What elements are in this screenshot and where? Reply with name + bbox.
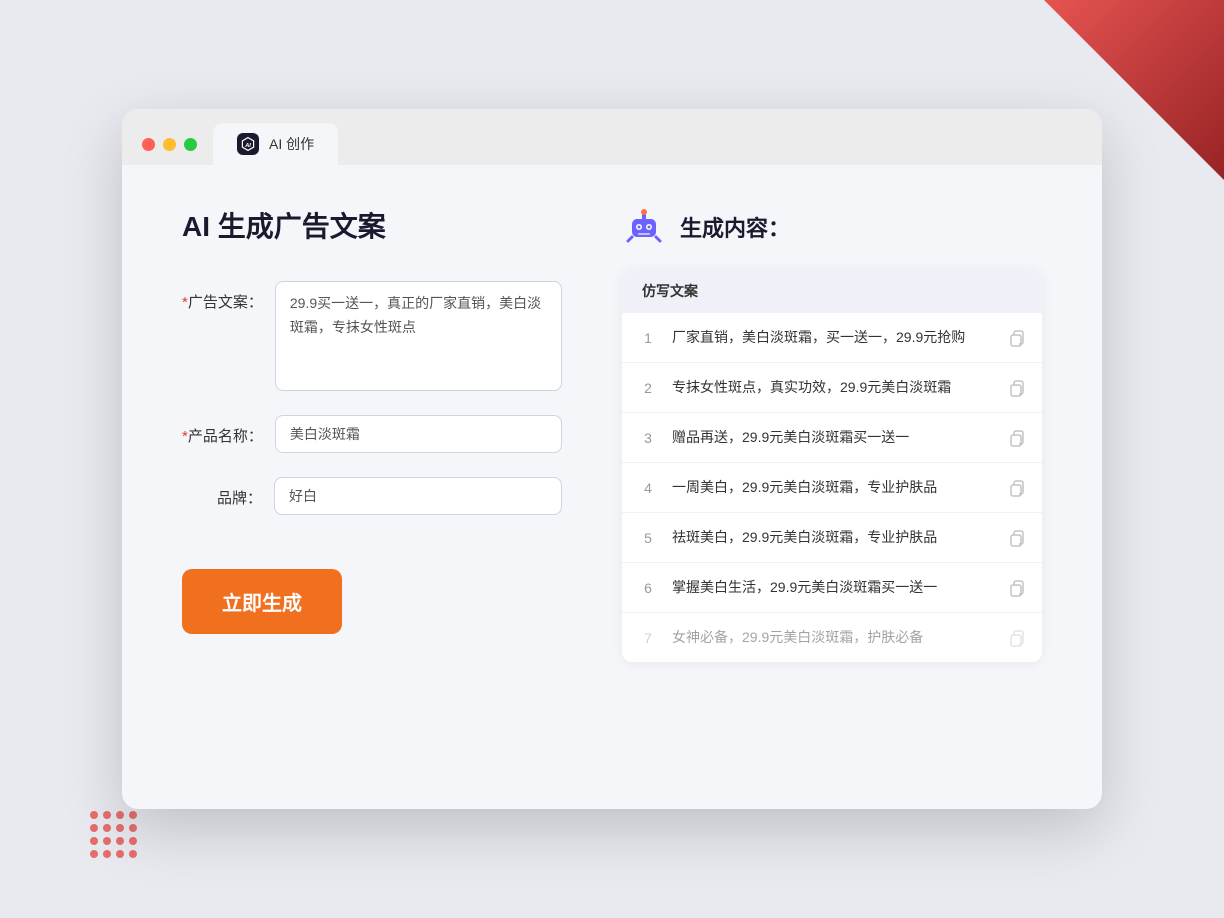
table-row: 1 厂家直销，美白淡斑霜，买一送一，29.9元抢购: [622, 313, 1042, 363]
results-table: 仿写文案 1 厂家直销，美白淡斑霜，买一送一，29.9元抢购 2 专抹女性斑点，真实…: [622, 269, 1042, 662]
table-row: 6 掌握美白生活，29.9元美白淡斑霜买一送一: [622, 563, 1042, 613]
row-text: 赠品再送，29.9元美白淡斑霜买一送一: [672, 427, 992, 448]
row-text: 祛斑美白，29.9元美白淡斑霜，专业护肤品: [672, 527, 992, 548]
row-number: 6: [638, 580, 658, 596]
product-name-row: *产品名称：: [182, 415, 562, 453]
row-text: 专抹女性斑点，真实功效，29.9元美白淡斑霜: [672, 377, 992, 398]
robot-icon: [622, 205, 666, 249]
product-name-label: *产品名称：: [182, 415, 263, 446]
ad-copy-label: *广告文案：: [182, 281, 263, 312]
deco-dots: [90, 811, 137, 858]
traffic-lights: [142, 138, 197, 165]
brand-input[interactable]: [274, 477, 562, 515]
brand-row: 品牌：: [182, 477, 562, 515]
browser-content: AI 生成广告文案 *广告文案： *产品名称： 品牌： 立: [122, 165, 1102, 702]
maximize-button[interactable]: [184, 138, 197, 151]
row-number: 4: [638, 480, 658, 496]
tab-label: AI 创作: [269, 134, 314, 154]
tab-ai-icon: AI: [237, 133, 259, 155]
ad-copy-row: *广告文案：: [182, 281, 562, 391]
row-text: 掌握美白生活，29.9元美白淡斑霜买一送一: [672, 577, 992, 598]
brand-label: 品牌：: [182, 477, 262, 508]
row-number: 1: [638, 330, 658, 346]
row-number: 3: [638, 430, 658, 446]
row-text: 女神必备，29.9元美白淡斑霜，护肤必备: [672, 627, 992, 648]
close-button[interactable]: [142, 138, 155, 151]
row-number: 2: [638, 380, 658, 396]
table-row: 7 女神必备，29.9元美白淡斑霜，护肤必备: [622, 613, 1042, 662]
row-text: 一周美白，29.9元美白淡斑霜，专业护肤品: [672, 477, 992, 498]
left-panel: AI 生成广告文案 *广告文案： *产品名称： 品牌： 立: [182, 205, 562, 662]
svg-text:AI: AI: [244, 143, 251, 149]
browser-window: AI AI 创作 AI 生成广告文案 *广告文案： *产品名称：: [122, 109, 1102, 809]
right-panel: 生成内容： 仿写文案 1 厂家直销，美白淡斑霜，买一送一，29.9元抢购 2 专抹女…: [622, 205, 1042, 662]
table-row: 2 专抹女性斑点，真实功效，29.9元美白淡斑霜: [622, 363, 1042, 413]
copy-icon[interactable]: [1006, 378, 1026, 398]
generate-button[interactable]: 立即生成: [182, 569, 342, 634]
copy-icon[interactable]: [1006, 478, 1026, 498]
copy-icon[interactable]: [1006, 328, 1026, 348]
copy-icon[interactable]: [1006, 578, 1026, 598]
table-row: 3 赠品再送，29.9元美白淡斑霜买一送一: [622, 413, 1042, 463]
table-header: 仿写文案: [622, 269, 1042, 313]
copy-icon[interactable]: [1006, 628, 1026, 648]
results-title: 生成内容：: [680, 211, 790, 243]
results-rows: 1 厂家直销，美白淡斑霜，买一送一，29.9元抢购 2 专抹女性斑点，真实功效，29…: [622, 313, 1042, 662]
table-row: 4 一周美白，29.9元美白淡斑霜，专业护肤品: [622, 463, 1042, 513]
row-number: 7: [638, 630, 658, 646]
browser-chrome: AI AI 创作: [122, 109, 1102, 165]
row-number: 5: [638, 530, 658, 546]
page-title: AI 生成广告文案: [182, 205, 562, 245]
minimize-button[interactable]: [163, 138, 176, 151]
ad-copy-input[interactable]: [275, 281, 562, 391]
copy-icon[interactable]: [1006, 528, 1026, 548]
results-header: 生成内容：: [622, 205, 1042, 249]
table-row: 5 祛斑美白，29.9元美白淡斑霜，专业护肤品: [622, 513, 1042, 563]
copy-icon[interactable]: [1006, 428, 1026, 448]
row-text: 厂家直销，美白淡斑霜，买一送一，29.9元抢购: [672, 327, 992, 348]
tab-ai-creation[interactable]: AI AI 创作: [213, 123, 338, 165]
product-name-input[interactable]: [275, 415, 562, 453]
